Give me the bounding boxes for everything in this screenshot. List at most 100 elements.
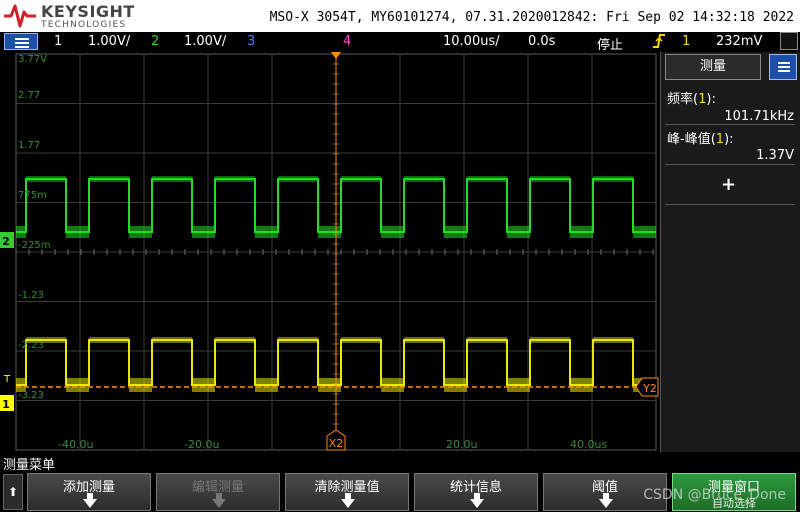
keysight-wave-icon bbox=[4, 4, 36, 28]
y-axis-label: -2.23 bbox=[18, 340, 44, 351]
x-axis-label: 20.0u bbox=[446, 438, 478, 451]
brand-name: KEYSIGHT bbox=[41, 2, 135, 21]
ch2-trace-noise bbox=[89, 176, 129, 182]
ch1-trace-noise bbox=[381, 378, 404, 392]
softkey-bar: 测量菜单 ⬆ 添加测量 编辑测量 清除测量值 统计信息 阈值 测量窗口 自动选择… bbox=[0, 452, 800, 512]
ch2-trace-noise bbox=[593, 176, 633, 182]
ch2-trace-noise bbox=[530, 176, 570, 182]
ch2-trace-noise bbox=[255, 226, 278, 238]
trigger-level[interactable]: 232mV bbox=[716, 34, 762, 49]
x-axis-label: 40.0us bbox=[570, 438, 608, 451]
ch1-trace-noise bbox=[255, 378, 278, 392]
waveform-display[interactable]: X2 Y2 2 T 1 3.77V 2.77 1.77 775m -225m -1.23 -2.23… bbox=[0, 52, 660, 452]
ch2-ground-label: 2 bbox=[2, 235, 10, 248]
y-axis-label: -225m bbox=[18, 240, 51, 251]
ch2-number[interactable]: 2 bbox=[151, 34, 159, 49]
ch2-trace-noise bbox=[129, 226, 152, 238]
divider bbox=[665, 124, 795, 125]
measurement-panel: 测量 频率(1): 101.71kHz 峰-峰值(1): 1.37V + bbox=[660, 52, 800, 452]
clear-measurements-button[interactable]: 清除测量值 bbox=[285, 473, 409, 511]
ch1-trace-noise bbox=[530, 337, 570, 343]
cursor-x2-label: X2 bbox=[329, 437, 344, 450]
timebase-scale[interactable]: 10.00us/ bbox=[443, 34, 500, 49]
divider bbox=[665, 164, 795, 165]
ch1-ground-label: 1 bbox=[2, 398, 10, 411]
divider bbox=[665, 204, 795, 205]
main-menu-button[interactable] bbox=[4, 33, 38, 50]
instrument-title: MSO-X 3054T, MY60101274, 07.31.202001284… bbox=[269, 10, 794, 25]
ch1-trace-noise bbox=[278, 337, 318, 343]
keysight-logo: KEYSIGHT TECHNOLOGIES bbox=[3, 2, 135, 30]
ch3-number[interactable]: 3 bbox=[247, 34, 255, 49]
measurement-2-value: 1.37V bbox=[756, 148, 794, 163]
ch2-trace-noise bbox=[404, 176, 444, 182]
panel-menu-button[interactable] bbox=[769, 54, 797, 80]
ch1-number[interactable]: 1 bbox=[54, 34, 62, 49]
ch2-trace-noise bbox=[16, 226, 26, 238]
y-axis-label: 2.77 bbox=[18, 90, 41, 101]
time-delay[interactable]: 0.0s bbox=[528, 34, 555, 49]
x-axis-label: -20.0u bbox=[184, 438, 220, 451]
trigger-level-marker[interactable]: T bbox=[3, 374, 11, 385]
ch1-trace-noise bbox=[404, 337, 444, 343]
status-bar: 1 1.00V/ 2 1.00V/ 3 4 10.00us/ 0.0s 停止 1… bbox=[0, 32, 800, 53]
ch1-trace-noise bbox=[152, 337, 192, 343]
tab-measure[interactable]: 测量 bbox=[665, 54, 761, 80]
status-menu-icon[interactable] bbox=[780, 32, 798, 50]
ch1-trace-noise bbox=[129, 378, 152, 392]
y-axis-label: -1.23 bbox=[18, 290, 44, 301]
down-arrow-icon bbox=[341, 493, 355, 508]
y-axis-label: 775m bbox=[18, 190, 47, 201]
edit-measurement-button[interactable]: 编辑测量 bbox=[156, 473, 280, 511]
y-axis-label: 3.77V bbox=[18, 54, 48, 65]
down-arrow-icon bbox=[599, 493, 613, 508]
x-axis-label: -40.0u bbox=[58, 438, 94, 451]
y-axis-label: 1.77 bbox=[18, 140, 41, 151]
ch2-trace-noise bbox=[215, 176, 255, 182]
measurement-1-value: 101.71kHz bbox=[724, 109, 794, 124]
add-measurement-button[interactable]: 添加测量 bbox=[27, 473, 151, 511]
statistics-button[interactable]: 统计信息 bbox=[414, 473, 538, 511]
ch2-trace-noise bbox=[507, 226, 530, 238]
up-arrow-icon[interactable]: ⬆ bbox=[3, 474, 23, 510]
brand-subtitle: TECHNOLOGIES bbox=[41, 20, 127, 30]
trigger-edge-icon bbox=[652, 33, 666, 53]
ch1-scale[interactable]: 1.00V/ bbox=[88, 34, 130, 49]
down-arrow-icon bbox=[83, 493, 97, 508]
ch1-trace-noise bbox=[318, 378, 341, 392]
waveform-grid: X2 Y2 2 T 1 bbox=[0, 52, 660, 452]
plus-icon[interactable]: + bbox=[721, 174, 736, 195]
measurement-1-name[interactable]: 频率(1): bbox=[667, 88, 716, 107]
ch1-trace-noise bbox=[593, 337, 633, 343]
down-arrow-icon bbox=[470, 493, 484, 508]
ch1-trace-noise bbox=[570, 378, 593, 392]
ch2-trace-noise bbox=[444, 226, 467, 238]
header-bar: KEYSIGHT TECHNOLOGIES MSO-X 3054T, MY601… bbox=[0, 0, 800, 32]
ch2-trace-noise bbox=[192, 226, 215, 238]
ch1-trace-noise bbox=[192, 378, 215, 392]
menu-title: 测量菜单 bbox=[3, 458, 56, 473]
cursor-y2-label: Y2 bbox=[642, 382, 657, 395]
ch2-trace-noise bbox=[152, 176, 192, 182]
ch1-trace-noise bbox=[467, 337, 507, 343]
ch2-trace-noise bbox=[278, 176, 318, 182]
ch2-trace-noise bbox=[467, 176, 507, 182]
ch1-trace-noise bbox=[66, 378, 89, 392]
watermark: CSDN @Bruce_Done bbox=[643, 487, 786, 503]
ch2-scale[interactable]: 1.00V/ bbox=[184, 34, 226, 49]
ch2-trace-noise bbox=[341, 176, 381, 182]
ch1-trace-noise bbox=[507, 378, 530, 392]
ch1-trace-noise bbox=[89, 337, 129, 343]
measurement-2-name[interactable]: 峰-峰值(1): bbox=[667, 128, 734, 147]
ch2-trace-noise bbox=[26, 176, 66, 182]
y-axis-label: -3.23 bbox=[18, 390, 44, 401]
ch4-number[interactable]: 4 bbox=[343, 34, 351, 49]
trigger-channel[interactable]: 1 bbox=[682, 34, 690, 49]
run-stop-status: 停止 bbox=[597, 38, 624, 53]
ch2-trace-noise bbox=[66, 226, 89, 238]
ch1-trace-noise bbox=[341, 337, 381, 343]
ch2-trace-noise bbox=[381, 226, 404, 238]
ch2-trace-noise bbox=[570, 226, 593, 238]
ch2-trace-noise bbox=[633, 226, 656, 238]
down-arrow-icon bbox=[212, 493, 226, 508]
